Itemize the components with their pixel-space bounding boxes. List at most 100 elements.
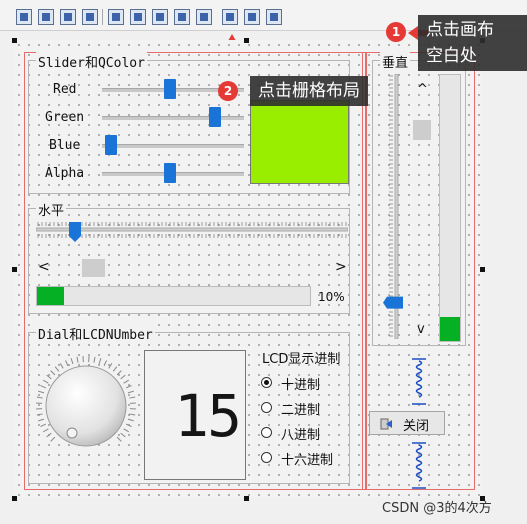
layout-divider (362, 52, 366, 490)
horizontal-progress-bar (36, 286, 311, 306)
close-button-label: 关闭 (403, 419, 430, 434)
dial-tick (38, 418, 45, 422)
dial-tick (59, 362, 64, 369)
radio-decimal[interactable] (261, 377, 272, 388)
dial-tick (46, 374, 52, 380)
lcd-radix-title: LCD显示进制 (262, 352, 341, 367)
green-slider-handle[interactable] (208, 107, 221, 127)
close-button[interactable]: 关闭 (369, 411, 445, 435)
alpha-label: Alpha (45, 166, 85, 181)
scroll-right-arrow-icon[interactable]: > (335, 259, 347, 275)
dial-tick (129, 413, 136, 416)
dial-tick (38, 390, 45, 394)
callout-1-badge: 1 (386, 22, 406, 42)
blue-slider-handle[interactable] (104, 135, 117, 155)
exit-icon (380, 417, 392, 430)
scroll-up-arrow-icon[interactable]: ^ (417, 82, 428, 97)
horizontal-group-title: 水平 (36, 200, 67, 219)
dial-tick (36, 413, 43, 416)
slider-group-title: Slider和QColor (36, 52, 147, 71)
dial-tick (76, 356, 79, 363)
blue-slider-track[interactable] (102, 144, 244, 148)
dial-tick (42, 379, 49, 384)
resize-handle[interactable] (480, 267, 485, 272)
dial-tick (93, 356, 96, 363)
vertical-scroll-thumb[interactable] (413, 120, 431, 140)
horizontal-slider-track (36, 227, 348, 232)
dial-tick (129, 396, 136, 399)
radio-hex[interactable] (261, 452, 272, 463)
vertical-progress-bar (439, 74, 461, 342)
dial-tick (120, 432, 126, 438)
dial-tick (116, 370, 122, 376)
dial-indicator (66, 427, 78, 439)
vertical-spacer-bottom[interactable] (410, 442, 428, 490)
dial-tick (65, 360, 69, 367)
radio-binary[interactable] (261, 402, 272, 413)
callout-2-badge: 2 (218, 81, 238, 101)
dial-tick (123, 428, 130, 433)
radio-octal-label[interactable]: 八进制 (281, 424, 320, 443)
scroll-down-arrow-icon[interactable]: v (417, 322, 425, 337)
dial-tick (98, 358, 102, 365)
callout-1: 点击画布 空白处 (418, 15, 527, 71)
scroll-left-arrow-icon[interactable]: < (38, 259, 50, 275)
dial-tick (112, 366, 118, 372)
dial-tick (127, 390, 134, 394)
dial-tick (50, 370, 56, 376)
dial-tick (46, 432, 52, 438)
vertical-group-title: 垂直 (380, 52, 411, 71)
horizontal-slider-handle (69, 222, 81, 242)
dial-tick (40, 385, 47, 389)
horizontal-scroll-thumb[interactable] (82, 259, 105, 277)
dial-tick (125, 385, 132, 389)
dial-tick (103, 360, 107, 367)
dial-tick (70, 358, 74, 365)
green-label: Green (45, 110, 85, 125)
blue-label: Blue (49, 138, 81, 153)
callout-2: 点击栅格布局 (250, 76, 368, 106)
resize-handle[interactable] (244, 496, 249, 501)
dial-tick (127, 418, 134, 422)
horizontal-progress-fill (37, 287, 65, 305)
dial-tick (42, 428, 49, 433)
green-slider-track[interactable] (102, 116, 244, 120)
vertical-slider-handle (383, 296, 403, 309)
red-label: Red (53, 82, 77, 97)
color-preview-frame (250, 100, 349, 184)
resize-handle[interactable] (12, 38, 17, 43)
dial-knob (45, 365, 127, 447)
dial-tick (120, 374, 126, 380)
radio-decimal-label[interactable]: 十进制 (281, 374, 320, 393)
lcd-value: 15 (174, 382, 242, 450)
horizontal-scrollbar[interactable]: < > (36, 258, 348, 278)
vertical-scrollbar[interactable]: ^ v (412, 82, 432, 340)
dial-tick (50, 436, 56, 442)
vertical-spacer-top[interactable] (410, 358, 428, 406)
red-slider-handle[interactable] (164, 79, 177, 99)
watermark: CSDN @3的4次方 (382, 501, 492, 516)
dial-group-title: Dial和LCDNUmber (36, 324, 155, 343)
dial-tick (116, 436, 122, 442)
callout-1-line2: 空白处 (426, 46, 477, 66)
callout-1-line1: 点击画布 (426, 20, 494, 40)
dial-tick (40, 423, 47, 427)
lcd-number: 15 (144, 350, 246, 480)
horizontal-slider-with-ticks[interactable] (36, 222, 348, 252)
resize-handle[interactable] (12, 496, 17, 501)
resize-handle[interactable] (244, 38, 249, 43)
vertical-slider-with-ticks[interactable] (383, 74, 403, 339)
dial-tick (125, 423, 132, 427)
dial-tick (36, 396, 43, 399)
dial-tick (123, 379, 130, 384)
radio-binary-label[interactable]: 二进制 (281, 399, 320, 418)
alpha-slider-handle[interactable] (164, 163, 177, 183)
radio-octal[interactable] (261, 427, 272, 438)
dial-widget[interactable] (34, 354, 138, 458)
radio-hex-label[interactable]: 十六进制 (281, 449, 333, 468)
progress-percent-label: 10% (318, 290, 345, 304)
dial-tick (54, 366, 60, 372)
vertical-progress-fill (440, 317, 460, 341)
resize-handle[interactable] (12, 267, 17, 272)
dial-tick (108, 362, 113, 369)
